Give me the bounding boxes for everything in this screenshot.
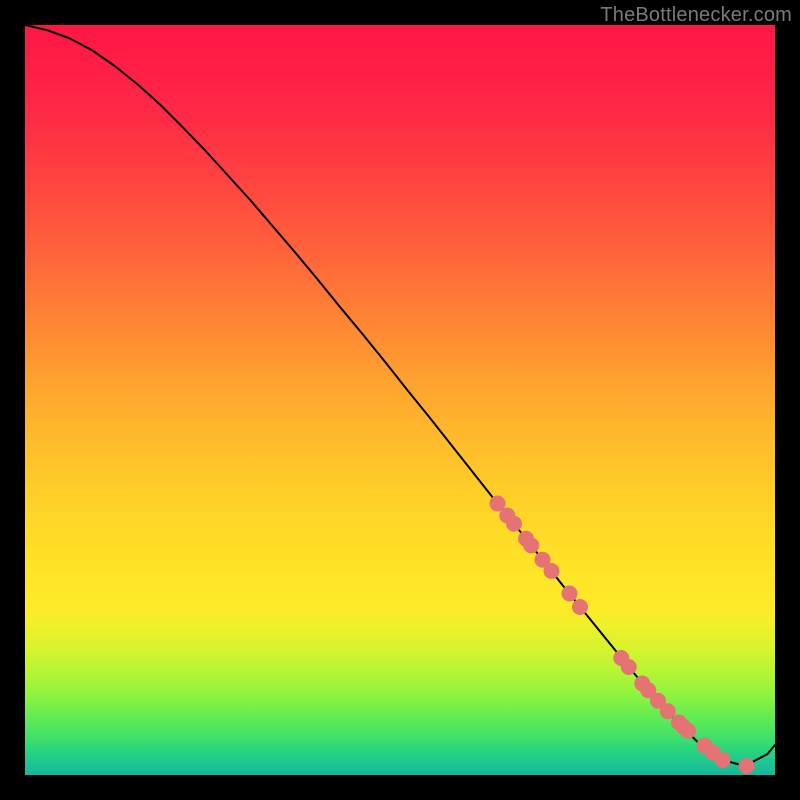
chart-plot [25, 25, 775, 775]
data-marker [562, 586, 578, 602]
attribution-label: TheBottlenecker.com [600, 4, 792, 27]
data-marker [680, 723, 696, 739]
chart-stage: TheBottlenecker.com [0, 0, 800, 800]
chart-svg [25, 25, 775, 775]
data-marker [544, 563, 560, 579]
data-marker [621, 659, 637, 675]
gradient-background [25, 25, 775, 775]
data-marker [523, 538, 539, 554]
data-marker [572, 599, 588, 615]
data-marker [739, 758, 755, 774]
data-marker [506, 516, 522, 532]
data-marker [715, 752, 731, 768]
